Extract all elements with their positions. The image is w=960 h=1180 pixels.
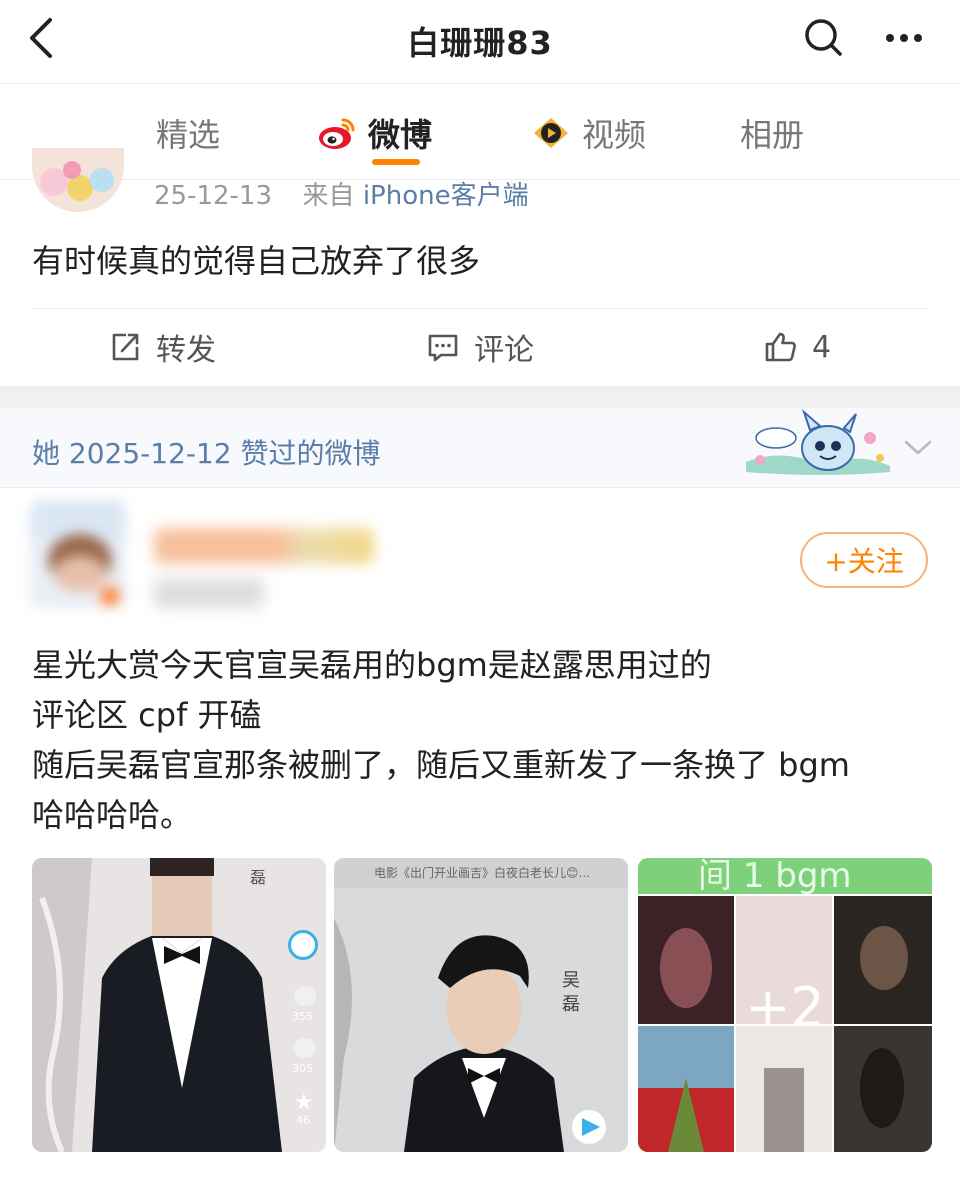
comment-label: 评论	[474, 333, 534, 368]
post-text-line: 评论区 cpf 开磕	[32, 696, 262, 734]
video-play-icon	[534, 118, 568, 148]
post-text-line: 随后吴磊官宣那条被删了，随后又重新发了一条换了 bgm	[32, 746, 850, 784]
post-text: 星光大赏今天官宣吴磊用的bgm是赵露思用过的 评论区 cpf 开磕 随后吴磊官宣…	[32, 640, 932, 840]
cartoon-sticker-icon	[740, 408, 900, 482]
search-icon[interactable]	[800, 14, 846, 60]
side-vertical-text: 吴磊	[559, 970, 580, 1018]
avatar[interactable]	[30, 500, 126, 608]
repost-button[interactable]: 转发	[108, 328, 216, 368]
post-text-line: 星光大赏今天官宣吴磊用的bgm是赵露思用过的	[32, 646, 712, 684]
tab-featured[interactable]: 精选	[156, 109, 220, 157]
post-text-line: 哈哈哈哈。	[32, 796, 193, 834]
image-top-text: 间 1 bgm	[698, 858, 852, 896]
tab-label: 微博	[368, 116, 433, 154]
post-image-2[interactable]: 电影《出门开业画吉》白夜白老长儿😊... 吴磊	[334, 858, 628, 1152]
post-text: 有时候真的觉得自己放弃了很多	[32, 242, 481, 280]
post-time-blurred	[154, 578, 264, 608]
divider	[32, 308, 928, 309]
video-caption-overlay: 电影《出门开业画吉》白夜白老长儿😊...	[374, 866, 590, 880]
liked-section-header: 她 2025-12-12 赞过的微博	[0, 408, 960, 488]
post-date: 25-12-13	[154, 181, 273, 211]
tab-label: 视频	[582, 116, 647, 154]
tab-video[interactable]: 视频	[530, 109, 646, 157]
post-image-3[interactable]: 间 1 bgm +2	[638, 858, 932, 1152]
repost-label: 转发	[156, 333, 216, 368]
follow-button[interactable]: +关注	[800, 532, 928, 588]
like-count: 4	[812, 329, 832, 365]
like-count-overlay: 355	[292, 1010, 313, 1023]
avatar[interactable]	[32, 148, 124, 212]
source-prefix: 来自	[302, 181, 355, 211]
like-button[interactable]: 4	[764, 328, 831, 366]
more-dots-icon[interactable]	[880, 18, 928, 58]
more-images-count: +2	[745, 976, 825, 1039]
comment-icon	[428, 334, 458, 362]
top-nav-bar: 白珊珊83	[0, 0, 960, 84]
tab-album[interactable]: 相册	[740, 109, 804, 157]
tab-label: 精选	[156, 116, 221, 154]
app-logo-icon	[288, 930, 318, 960]
weibo-logo-icon	[319, 118, 355, 149]
comment-count-overlay: 305	[292, 1062, 313, 1075]
side-vertical-text: 磊	[250, 868, 267, 887]
tab-label: 相册	[740, 116, 805, 154]
post-action-bar: 转发 评论 4	[0, 310, 960, 384]
post-source-link[interactable]: iPhone客户端	[363, 181, 529, 211]
repost-icon	[112, 333, 139, 361]
tab-weibo[interactable]: 微博	[316, 109, 433, 165]
active-tab-indicator	[372, 159, 420, 165]
chevron-down-icon[interactable]	[900, 434, 936, 460]
liked-section-title: 她 2025-12-12 赞过的微博	[32, 437, 381, 470]
username-blurred[interactable]	[154, 528, 374, 564]
heart-icon	[294, 986, 316, 1006]
thumbs-up-icon	[765, 332, 796, 362]
comment-icon	[294, 1038, 316, 1058]
post-image-1[interactable]: 磊 355 305 ★ 46	[32, 858, 326, 1152]
comment-button[interactable]: 评论	[426, 328, 534, 368]
star-icon: ★	[294, 1090, 314, 1115]
favorite-count-overlay: 46	[296, 1114, 310, 1127]
profile-tabs: 精选 微博 视频 相册	[0, 85, 960, 180]
post-meta: 25-12-13 来自 iPhone客户端	[154, 175, 529, 212]
section-gap	[0, 386, 960, 408]
